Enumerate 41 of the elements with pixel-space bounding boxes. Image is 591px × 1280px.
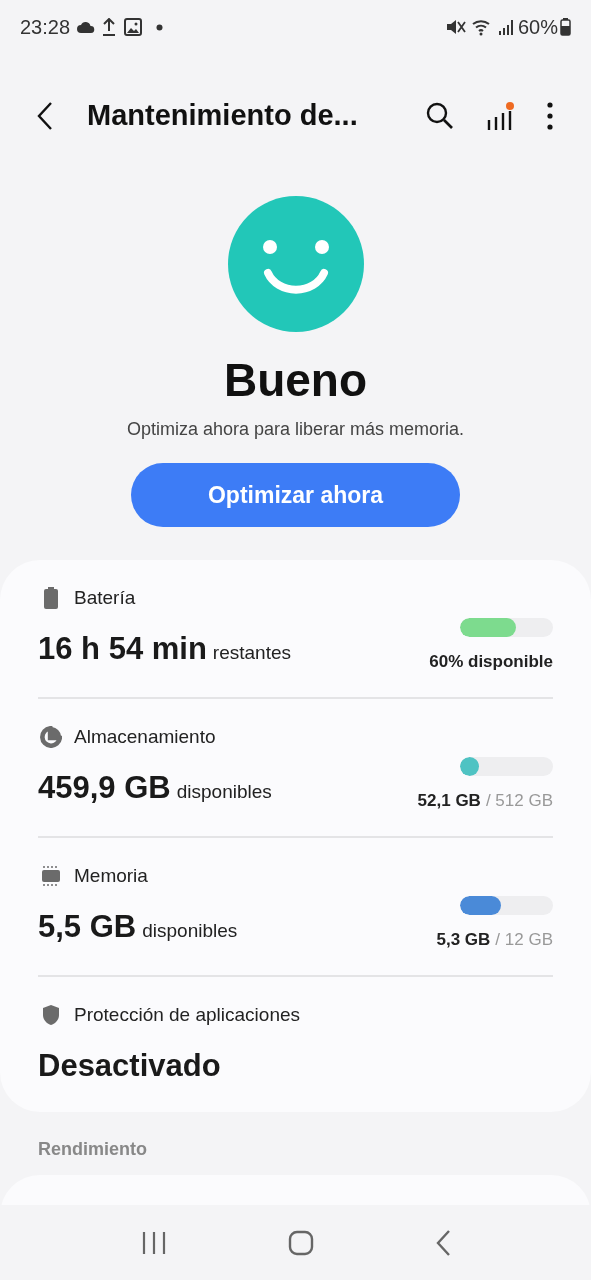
total-text: / 512 GB (485, 790, 553, 812)
status-time: 23:28 (20, 15, 71, 40)
status-title: Bueno (223, 353, 368, 408)
status-subtitle: Optimiza ahora para liberar más memoria. (126, 418, 465, 441)
recents-button[interactable] (140, 1230, 167, 1255)
upload-icon (102, 18, 117, 36)
signal-icon (497, 19, 514, 35)
item-value: 459,9 GB (38, 769, 171, 807)
stats-button[interactable] (485, 101, 515, 131)
battery-icon (43, 587, 59, 609)
total-text: / 12 GB (495, 929, 553, 951)
battery-percent: 60% (517, 15, 558, 40)
item-unit: restantes (212, 641, 291, 665)
item-label: Memoria (74, 863, 148, 888)
usage-text: 60% disponible (429, 651, 553, 673)
battery-icon (560, 18, 571, 36)
usage-text: 52,1 GB (417, 790, 481, 812)
item-value: 16 h 54 min (38, 630, 207, 668)
item-label: Batería (74, 585, 136, 610)
image-icon (124, 18, 143, 36)
back-nav-button[interactable] (434, 1228, 451, 1257)
more-button[interactable] (545, 101, 555, 131)
item-value: 5,5 GB (38, 908, 137, 946)
home-button[interactable] (287, 1229, 314, 1256)
section-header: Rendimiento (38, 1138, 148, 1161)
page-title: Mantenimiento de... (87, 98, 358, 134)
chip-icon (40, 865, 62, 887)
search-button[interactable] (425, 101, 455, 131)
usage-text: 5,3 GB (436, 929, 491, 951)
item-label: Almacenamiento (74, 724, 216, 749)
pie-chart-icon (40, 726, 62, 748)
cloud-icon (76, 21, 97, 33)
item-unit: disponibles (142, 919, 238, 943)
dot-icon (156, 23, 164, 31)
item-label: Protección de aplicaciones (74, 1002, 301, 1027)
smiley-icon (227, 196, 364, 332)
item-unit: disponibles (176, 780, 272, 804)
optimize-button[interactable]: Optimizar ahora (131, 463, 460, 527)
shield-icon (41, 1004, 61, 1026)
mute-icon (445, 18, 466, 36)
item-value: Desactivado (38, 1047, 221, 1085)
